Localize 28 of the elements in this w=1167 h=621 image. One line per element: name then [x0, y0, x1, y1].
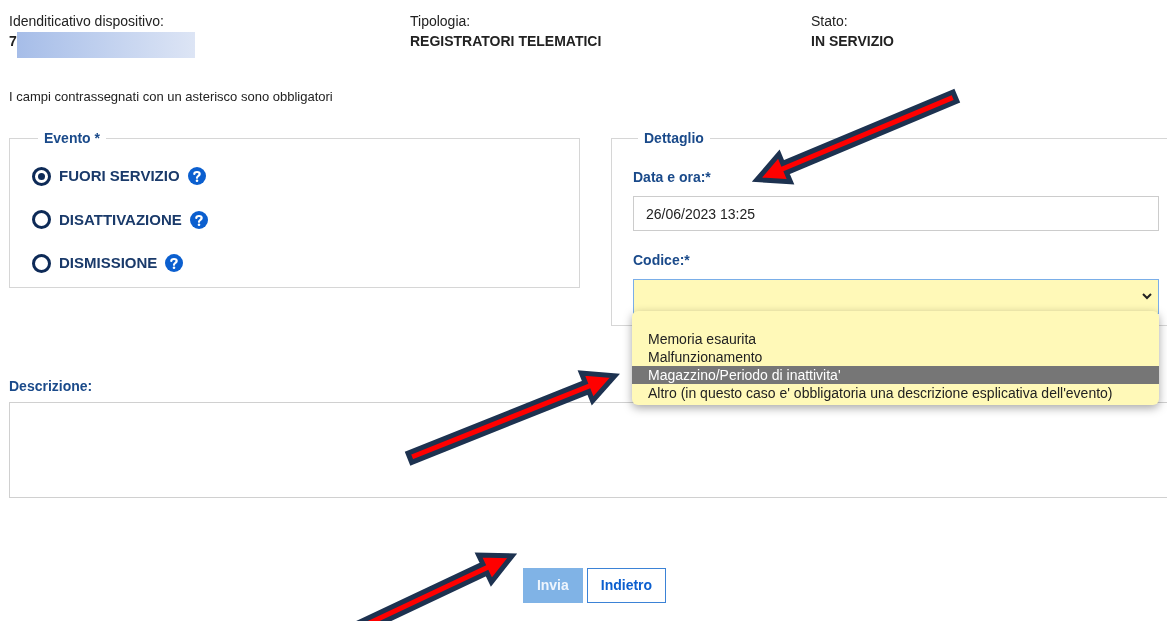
group-legend: Dettaglio	[638, 128, 710, 149]
field-value: IN SERVIZIO	[811, 32, 894, 50]
help-icon[interactable]	[165, 254, 184, 273]
group-legend: Evento *	[38, 128, 106, 149]
field-label: Codice:*	[633, 252, 690, 268]
field-label: Tipologia:	[410, 12, 471, 30]
radio-button[interactable]	[32, 166, 51, 186]
radio-option[interactable]: DISATTIVAZIONE	[32, 208, 182, 231]
field-label: Data e ora:*	[633, 169, 711, 185]
help-icon[interactable]	[189, 210, 208, 229]
help-icon[interactable]	[187, 167, 206, 186]
form-button[interactable]: Indietro	[586, 568, 667, 603]
chevron-down-icon	[1142, 293, 1152, 300]
dropdown-option[interactable]: Memoria esaurita	[632, 330, 1159, 348]
field-label: Descrizione:	[9, 378, 93, 394]
field-value: 7	[9, 32, 17, 50]
radio-option[interactable]: FUORI SERVIZIO	[32, 165, 180, 188]
dropdown-option[interactable]: Altro (in questo caso e' obbligatoria una descrizione esplicativa dell'evento)	[632, 384, 1159, 402]
radio-button[interactable]	[32, 253, 51, 273]
dropdown-option[interactable]: Malfunzionamento	[632, 348, 1159, 366]
field-value: REGISTRATORI TELEMATICI	[410, 32, 602, 50]
field-label: Stato:	[811, 12, 848, 30]
required-note: I campi contrassegnati con un asterisco sono obbligatori	[9, 89, 333, 104]
dropdown-option[interactable]: Magazzino/Periodo di inattivita'	[632, 366, 1159, 384]
field-label: Idenditicativo dispositivo:	[9, 12, 164, 30]
radio-option[interactable]: DISMISSIONE	[32, 252, 158, 275]
date-time-field[interactable]: 26/06/2023 13:25	[633, 196, 1159, 231]
radio-button[interactable]	[32, 210, 51, 230]
